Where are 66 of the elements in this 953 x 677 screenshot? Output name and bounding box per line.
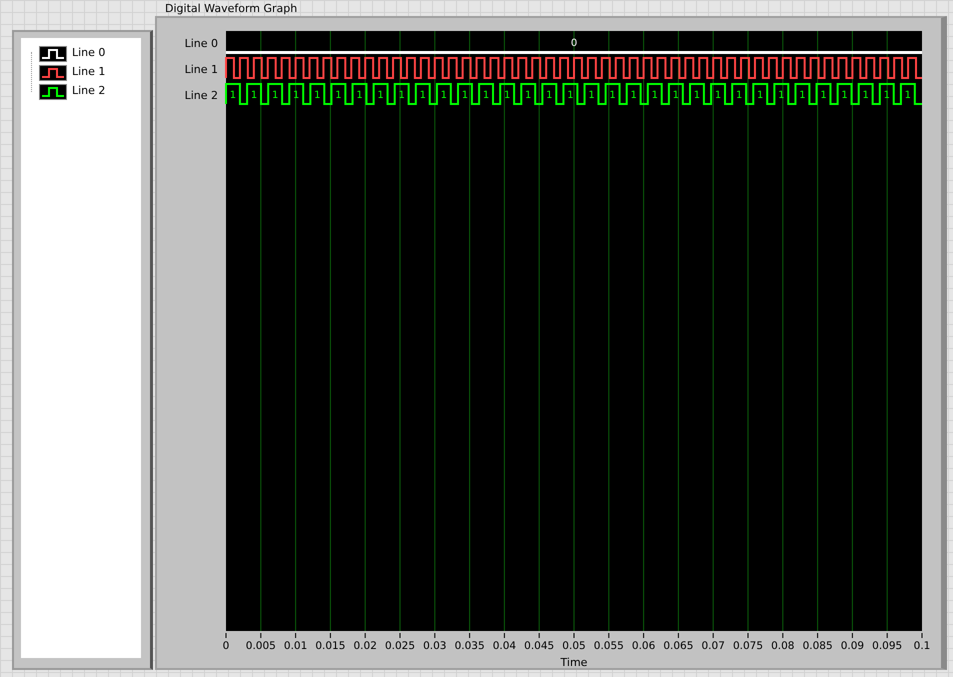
tick-label: 0.085	[802, 640, 833, 652]
legend-label: Line 0	[72, 45, 106, 62]
bit-value: 1	[567, 90, 574, 101]
bit-value: 1	[736, 90, 742, 101]
bit-value: 1	[841, 90, 848, 101]
bit-value: 1	[314, 90, 320, 101]
legend-label: Line 2	[72, 83, 106, 100]
bit-value: 1	[904, 90, 912, 101]
graph-title: Digital Waveform Graph	[165, 1, 298, 17]
tick-label: 0.075	[732, 640, 764, 652]
tick-label: 0.09	[840, 640, 864, 652]
tick-label: 0.08	[771, 640, 794, 652]
bit-value: 0	[570, 38, 578, 49]
tick-label: 0.055	[594, 640, 624, 652]
bit-value: 1	[862, 90, 869, 101]
bit-value: 1	[356, 90, 363, 101]
tick-label: 0.045	[524, 640, 554, 652]
tick-label: 0.005	[246, 640, 276, 652]
tick-label: 0.015	[315, 640, 346, 652]
plot-swatch-icon[interactable]	[39, 84, 67, 100]
bit-value: 1	[293, 90, 300, 101]
bit-value: 1	[588, 90, 595, 101]
bit-value: 1	[714, 90, 722, 101]
bit-value: 1	[757, 90, 764, 101]
bit-value: 1	[504, 90, 510, 101]
bit-value: 1	[609, 90, 616, 101]
tick-label: 0.01	[284, 640, 308, 652]
bit-value: 1	[652, 90, 658, 101]
bit-value: 1	[398, 90, 405, 101]
bit-value: 1	[672, 90, 680, 101]
tick-label: 0.03	[423, 640, 446, 652]
bit-value: 1	[335, 90, 342, 101]
axis-title: Time	[560, 656, 588, 669]
bit-value: 1	[272, 90, 278, 101]
bit-value: 1	[525, 90, 532, 101]
tick-label: 0.07	[702, 640, 725, 652]
bit-value: 1	[546, 90, 552, 101]
legend-label: Line 1	[72, 64, 106, 80]
bit-value: 1	[462, 90, 468, 101]
plot-swatch-icon[interactable]	[39, 64, 67, 80]
tick-label: 0.095	[872, 640, 902, 652]
tick-label: 0.04	[492, 640, 516, 652]
tick-label: 0.025	[384, 640, 416, 652]
bit-value: 1	[884, 90, 890, 101]
bit-value: 1	[250, 90, 258, 101]
bit-value: 1	[377, 90, 384, 101]
bit-value: 1	[799, 90, 806, 101]
tick-label: 0.1	[914, 640, 930, 652]
tick-label: 0	[222, 640, 230, 652]
bit-value: 1	[630, 90, 637, 101]
tick-label: 0.05	[562, 640, 586, 652]
line-label: Line 2	[184, 89, 218, 102]
line-label: Line 0	[184, 37, 218, 50]
bit-value: 1	[440, 90, 448, 101]
tick-label: 0.06	[632, 640, 656, 652]
tick-label: 0.065	[663, 640, 694, 652]
tick-label: 0.02	[354, 640, 377, 652]
bit-value: 1	[778, 90, 784, 101]
bit-value: 1	[420, 90, 426, 101]
plot-swatch-icon[interactable]	[39, 46, 67, 62]
line-label: Line 1	[184, 63, 218, 76]
bit-value: 1	[230, 90, 236, 101]
bit-value: 1	[694, 90, 700, 101]
bit-value: 1	[482, 90, 490, 101]
bit-value: 1	[820, 90, 827, 101]
tick-label: 0.035	[454, 640, 485, 652]
